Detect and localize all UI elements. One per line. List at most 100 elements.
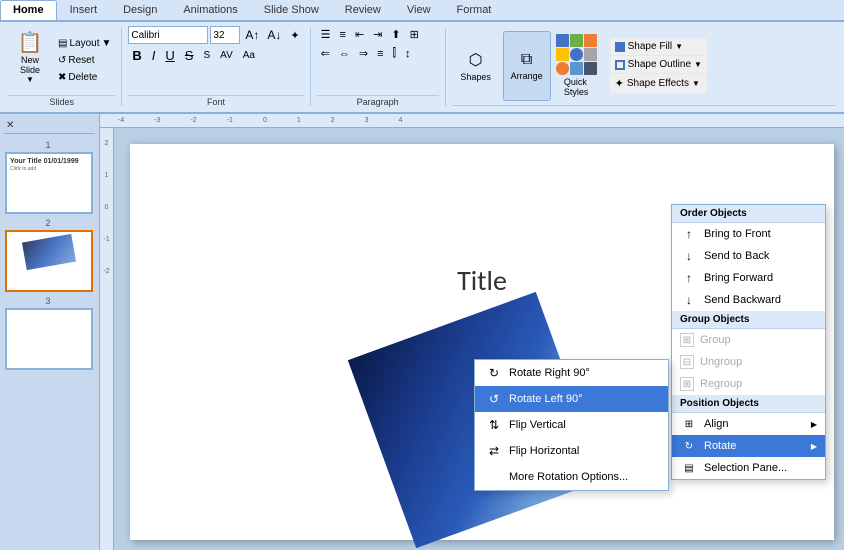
tab-review[interactable]: Review [332, 0, 394, 20]
font-group-label: Font [128, 95, 303, 108]
rotate-icon: ↻ [680, 439, 698, 453]
delete-button[interactable]: ✖Delete [54, 70, 115, 85]
rotate-submenu: ↻ Rotate Right 90° ↺ Rotate Left 90° ⇅ F… [474, 359, 669, 491]
font-family-input[interactable] [128, 26, 208, 44]
group-item[interactable]: ⊞ Group [672, 329, 825, 351]
slides-group: 📋 New Slide ▼ ▤Layout▼ ↺Reset ✖Delete Sl… [4, 24, 119, 110]
shape-format-group: Shape Fill ▼ Shape Outline ▼ ✦ Shape Eff… [610, 38, 707, 93]
reset-button[interactable]: ↺Reset [54, 53, 115, 68]
shape-outline-button[interactable]: Shape Outline ▼ [610, 56, 707, 73]
shape-fill-button[interactable]: Shape Fill ▼ [610, 38, 707, 55]
underline-button[interactable]: U [161, 46, 178, 65]
flip-vertical-item[interactable]: ⇅ Flip Vertical [475, 412, 668, 438]
slide-title: Title [457, 263, 507, 298]
tab-slideshow[interactable]: Slide Show [251, 0, 332, 20]
rotate-right-90-icon: ↻ [485, 365, 503, 381]
group-icon: ⊞ [680, 333, 694, 347]
line-spacing-button[interactable]: ↕ [401, 46, 415, 62]
send-backward-item[interactable]: ↓ Send Backward [672, 289, 825, 311]
align-right-button[interactable]: ⇒ [355, 45, 372, 62]
increase-indent-button[interactable]: ⇥ [369, 26, 386, 43]
rotate-item[interactable]: ↻ Rotate ▶ [672, 435, 825, 457]
quick-styles-label: QuickStyles [564, 77, 589, 97]
arrange-dropdown: Order Objects ↑ Bring to Front ↓ Send to… [671, 204, 826, 480]
tab-view[interactable]: View [394, 0, 444, 20]
char-spacing-button[interactable]: AV [216, 48, 237, 63]
drawing-group-label [452, 105, 836, 108]
rotate-left-90-item[interactable]: ↺ Rotate Left 90° [475, 386, 668, 412]
send-to-back-icon: ↓ [680, 249, 698, 263]
bring-to-front-item[interactable]: ↑ Bring to Front [672, 223, 825, 245]
shape-effects-button[interactable]: ✦ Shape Effects ▼ [610, 74, 707, 93]
slide-thumb-1[interactable]: Your Title 01/01/1999 Click to add [5, 152, 93, 214]
change-case-button[interactable]: Aa [239, 48, 259, 63]
shapes-label: Shapes [460, 72, 491, 82]
shadow-button[interactable]: S [199, 48, 214, 63]
slides-group-label: Slides [8, 95, 115, 108]
font-size-input[interactable] [210, 26, 240, 44]
ruler-top: -4-3-2-101234 [100, 114, 844, 128]
selection-pane-item[interactable]: ▤ Selection Pane... [672, 457, 825, 479]
increase-font-button[interactable]: A↑ [242, 27, 262, 43]
italic-button[interactable]: I [148, 46, 160, 65]
order-objects-label: Order Objects [672, 205, 825, 223]
rotate-right-90-item[interactable]: ↻ Rotate Right 90° [475, 360, 668, 386]
slides-panel: ✕ 1 Your Title 01/01/1999 Click to add 2 [0, 114, 100, 550]
group-objects-label: Group Objects [672, 311, 825, 329]
tab-home[interactable]: Home [0, 0, 57, 20]
bring-forward-item[interactable]: ↑ Bring Forward [672, 267, 825, 289]
columns-button[interactable]: ⫿ [389, 45, 401, 62]
more-rotation-options-item[interactable]: More Rotation Options... [475, 464, 668, 490]
decrease-indent-button[interactable]: ⇤ [351, 26, 368, 43]
arrange-button[interactable]: ⧉ Arrange [503, 31, 551, 101]
send-backward-icon: ↓ [680, 293, 698, 307]
ruler-left: 210-1-2 [100, 128, 114, 550]
tab-bar: Home Insert Design Animations Slide Show… [0, 0, 844, 22]
arrange-label: Arrange [511, 71, 543, 81]
bullets-button[interactable]: ☰ [317, 26, 335, 43]
layout-button[interactable]: ▤Layout▼ [54, 36, 115, 51]
tab-insert[interactable]: Insert [57, 0, 111, 20]
decrease-font-button[interactable]: A↓ [264, 27, 284, 43]
shapes-button[interactable]: ⬡ Shapes [452, 31, 500, 101]
align-item[interactable]: ⊞ Align ▶ [672, 413, 825, 435]
tab-animations[interactable]: Animations [170, 0, 250, 20]
align-center-button[interactable]: ⇔ [335, 46, 354, 62]
regroup-item[interactable]: ⊞ Regroup [672, 373, 825, 395]
new-slide-button[interactable]: 📋 New Slide ▼ [8, 27, 52, 95]
rotate-left-90-icon: ↺ [485, 391, 503, 407]
paragraph-group: ☰ ≡ ⇤ ⇥ ⬆ ⊞ ⇐ ⇔ ⇒ ≡ ⫿ ↕ Paragraph [313, 24, 443, 110]
bring-to-front-icon: ↑ [680, 227, 698, 241]
slides-panel-header: ✕ [4, 118, 95, 134]
font-group: A↑ A↓ ✦ B I U S S AV Aa Font [124, 24, 307, 110]
rotate-arrow: ▶ [811, 442, 817, 451]
numbering-button[interactable]: ≡ [336, 27, 350, 43]
selection-pane-icon: ▤ [680, 461, 698, 475]
main-area: ✕ 1 Your Title 01/01/1999 Click to add 2 [0, 114, 844, 550]
flip-horizontal-icon: ⇄ [485, 443, 503, 459]
more-rotation-options-icon [485, 469, 503, 485]
convert-to-smartart-button[interactable]: ⊞ [406, 26, 423, 43]
bold-button[interactable]: B [128, 46, 145, 65]
text-direction-button[interactable]: ⬆ [387, 26, 404, 43]
paragraph-group-label: Paragraph [317, 95, 439, 108]
flip-horizontal-item[interactable]: ⇄ Flip Horizontal [475, 438, 668, 464]
align-arrow: ▶ [811, 420, 817, 429]
bring-forward-icon: ↑ [680, 271, 698, 285]
align-left-button[interactable]: ⇐ [317, 45, 334, 62]
justify-button[interactable]: ≡ [373, 46, 387, 62]
tab-format[interactable]: Format [444, 0, 505, 20]
clear-format-button[interactable]: ✦ [286, 27, 303, 44]
slides-panel-header2: 1 Your Title 01/01/1999 Click to add [4, 140, 95, 214]
tab-design[interactable]: Design [110, 0, 170, 20]
slide-thumb-3[interactable] [5, 308, 93, 370]
ribbon: 📋 New Slide ▼ ▤Layout▼ ↺Reset ✖Delete Sl… [0, 22, 844, 114]
quick-styles-button[interactable]: QuickStyles [554, 32, 599, 99]
position-objects-label: Position Objects [672, 395, 825, 413]
align-icon: ⊞ [680, 417, 698, 431]
send-to-back-item[interactable]: ↓ Send to Back [672, 245, 825, 267]
ungroup-icon: ⊟ [680, 355, 694, 369]
slide-thumb-2[interactable] [5, 230, 93, 292]
ungroup-item[interactable]: ⊟ Ungroup [672, 351, 825, 373]
strikethrough-button[interactable]: S [181, 46, 198, 65]
